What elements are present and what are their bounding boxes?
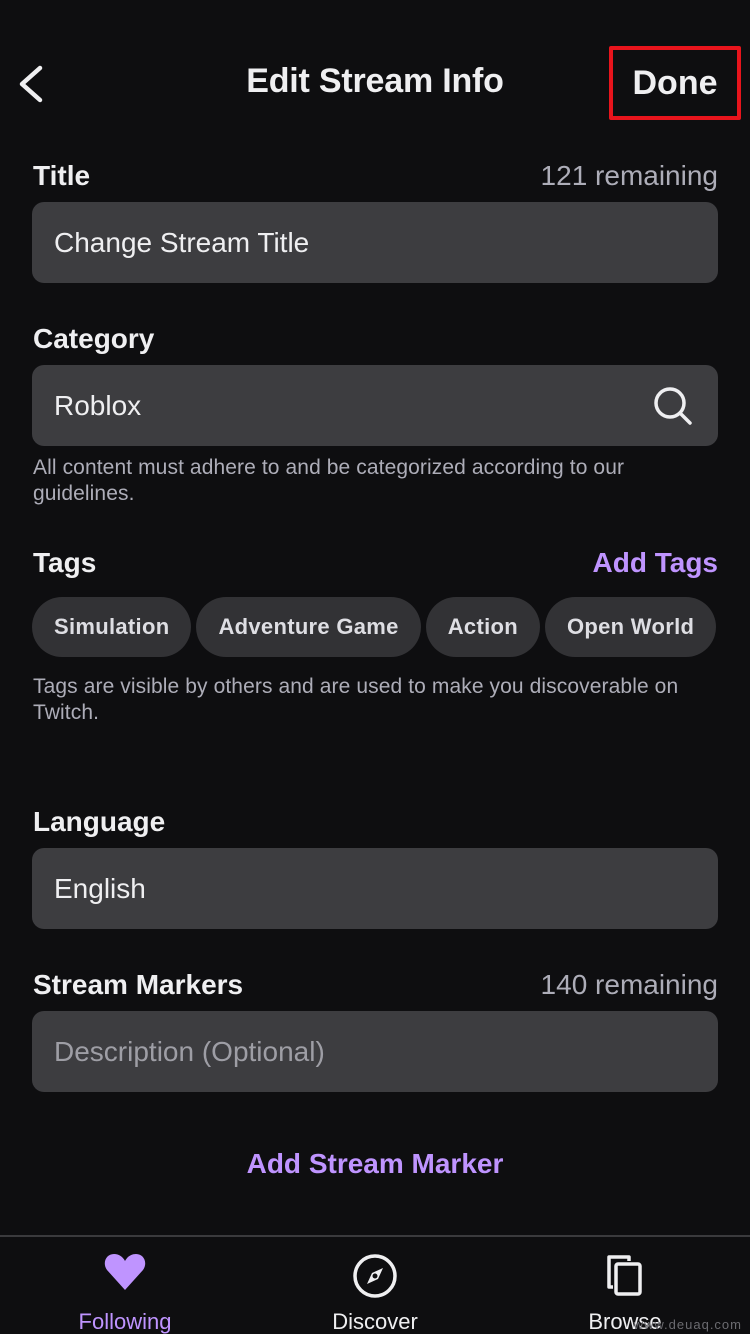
tags-label: Tags (33, 547, 97, 578)
category-label-row: Category (33, 323, 718, 355)
heart-icon (104, 1254, 146, 1290)
marker-description-input[interactable]: Description (Optional) (32, 1011, 718, 1092)
title-remaining-count: 121 remaining (540, 160, 718, 191)
search-icon[interactable] (652, 385, 694, 427)
language-select-value: English (54, 872, 146, 904)
language-label-row: Language (33, 806, 718, 838)
markers-label-row: Stream Markers 140 remaining (33, 969, 718, 1001)
title-label: Title (33, 160, 91, 191)
title-input-value: Change Stream Title (54, 226, 310, 258)
watermark-text: www.deuaq.com (633, 1317, 742, 1332)
tag-chip[interactable]: Action (425, 597, 540, 657)
language-select[interactable]: English (32, 848, 718, 929)
markers-remaining-count: 140 remaining (540, 969, 718, 1000)
category-label: Category (33, 323, 155, 354)
category-input-value: Roblox (54, 389, 142, 421)
tag-chip[interactable]: Adventure Game (196, 597, 421, 657)
add-tags-button[interactable]: Add Tags (593, 547, 718, 579)
title-label-row: Title 121 remaining (33, 160, 718, 192)
title-input[interactable]: Change Stream Title (32, 202, 718, 283)
tags-helper-text: Tags are visible by others and are used … (33, 675, 679, 724)
tag-chip[interactable]: Open World (544, 597, 717, 657)
tab-discover[interactable]: Discover (250, 1237, 500, 1334)
compass-icon (353, 1254, 397, 1298)
bottom-tab-bar: Following Discover Browse www.deuaq.com (0, 1235, 750, 1334)
category-helper-text: All content must adhere to and be catego… (33, 456, 625, 505)
category-input[interactable]: Roblox (32, 365, 718, 446)
language-label: Language (33, 806, 166, 837)
tags-list[interactable]: Simulation Adventure Game Action Open World (32, 597, 718, 657)
tags-label-row: Tags Add Tags (33, 547, 718, 579)
nav-header: Edit Stream Info Done (0, 0, 750, 150)
stream-markers-label: Stream Markers (33, 969, 244, 1000)
edit-stream-info-screen: Edit Stream Info Done Title 121 remainin… (0, 0, 750, 1334)
done-button[interactable]: Done (609, 46, 741, 120)
tab-following-label: Following (78, 1309, 172, 1334)
tag-chip[interactable]: Simulation (32, 597, 192, 657)
add-stream-marker-button[interactable]: Add Stream Marker (0, 1148, 750, 1180)
tab-following[interactable]: Following (0, 1237, 250, 1334)
browse-icon (607, 1255, 642, 1296)
tab-discover-label: Discover (332, 1309, 418, 1334)
marker-description-placeholder: Description (Optional) (54, 1035, 325, 1067)
